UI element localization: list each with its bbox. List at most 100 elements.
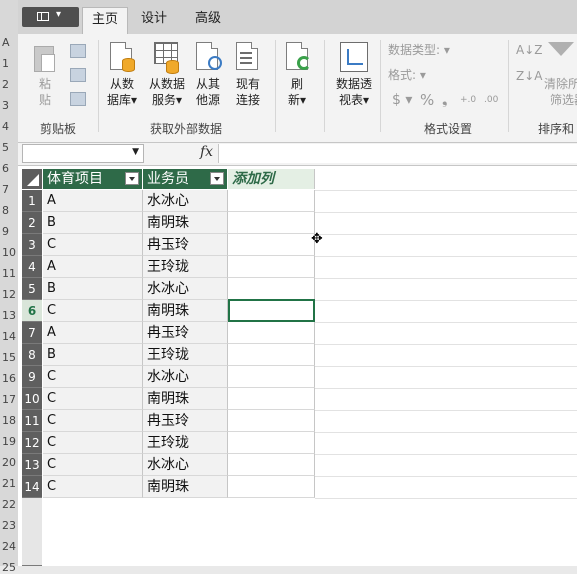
cell-sport[interactable]: B (43, 278, 143, 300)
add-column-header[interactable]: 添加列 (228, 169, 315, 189)
increase-decimal-icon[interactable]: +.0 (460, 94, 478, 106)
data-type-dropdown[interactable]: 数据类型: ▾ (388, 42, 450, 58)
row-header[interactable]: 14 (22, 476, 42, 498)
comma-button[interactable]: ❟ (442, 92, 448, 108)
cell-staff[interactable]: 南明珠 (143, 476, 228, 498)
paste-button[interactable]: 粘 贴 (32, 76, 58, 108)
tab-design[interactable]: 设计 (132, 7, 176, 34)
cell-add-column[interactable] (228, 278, 315, 300)
cell-sport[interactable]: C (43, 300, 143, 322)
cell-staff[interactable]: 水冰心 (143, 190, 228, 212)
column-header-sport-label: 体育项目 (47, 171, 103, 187)
decrease-decimal-icon[interactable]: .00 (484, 94, 502, 106)
cell-staff[interactable]: 冉玉玲 (143, 322, 228, 344)
select-all-corner[interactable] (22, 169, 42, 189)
cell-add-column[interactable] (228, 454, 315, 476)
cell-staff[interactable]: 冉玉玲 (143, 234, 228, 256)
row-header[interactable]: 6 (22, 300, 42, 322)
row-header[interactable]: 12 (22, 432, 42, 454)
row-header[interactable]: 3 (22, 234, 42, 256)
format-painter-icon[interactable] (70, 92, 86, 106)
column-header-staff[interactable]: 业务员 (143, 169, 228, 189)
database-icon (110, 42, 136, 76)
existing-connections-label-2: 连接 (235, 93, 260, 107)
cell-add-column[interactable] (228, 432, 315, 454)
filter-dropdown-icon[interactable] (210, 172, 224, 185)
from-data-service-button[interactable]: 从数据 服务▾ (142, 76, 192, 108)
cell-add-column[interactable] (228, 212, 315, 234)
cell-sport[interactable]: C (43, 454, 143, 476)
background-row-number: 15 (2, 351, 16, 364)
cell-staff[interactable]: 水冰心 (143, 454, 228, 476)
cell-staff[interactable]: 南明珠 (143, 300, 228, 322)
cell-staff[interactable]: 冉玉玲 (143, 410, 228, 432)
row-header[interactable]: 7 (22, 322, 42, 344)
clear-all-filters-button[interactable]: 清除所有 筛选器 (538, 76, 577, 108)
cell-staff[interactable]: 王玲珑 (143, 432, 228, 454)
cell-staff[interactable]: 水冰心 (143, 366, 228, 388)
sort-ascending-icon[interactable]: A↓Z (516, 42, 542, 58)
cell-sport[interactable]: C (43, 476, 143, 498)
pivot-table-button[interactable]: 数据透 视表▾ (330, 76, 378, 108)
group-label-external-data: 获取外部数据 (149, 122, 222, 136)
row-header[interactable]: 9 (22, 366, 42, 388)
from-database-button[interactable]: 从数 据库▾ (102, 76, 142, 108)
background-row-number: 1 (2, 57, 9, 70)
cell-sport[interactable]: C (43, 366, 143, 388)
cell-sport[interactable]: C (43, 432, 143, 454)
row-header[interactable]: 8 (22, 344, 42, 366)
cell-sport[interactable]: A (43, 190, 143, 212)
cell-add-column[interactable] (228, 344, 315, 366)
row-header[interactable]: 2 (22, 212, 42, 234)
row-header[interactable]: 1 (22, 190, 42, 212)
cell-staff[interactable]: 南明珠 (143, 212, 228, 234)
cell-sport[interactable]: A (43, 256, 143, 278)
row-header[interactable]: 13 (22, 454, 42, 476)
copy-icon[interactable] (70, 68, 86, 82)
cell-sport[interactable]: B (43, 212, 143, 234)
formula-input[interactable] (218, 144, 577, 163)
gridline (315, 256, 577, 257)
from-other-sources-button[interactable]: 从其 他源 (190, 76, 226, 108)
cell-sport[interactable]: B (43, 344, 143, 366)
cell-sport[interactable]: C (43, 410, 143, 432)
refresh-button[interactable]: 刷 新▾ (282, 76, 312, 108)
filter-dropdown-icon[interactable] (125, 172, 139, 185)
cell-staff[interactable]: 王玲珑 (143, 256, 228, 278)
row-header[interactable]: 5 (22, 278, 42, 300)
cell-add-column[interactable] (228, 410, 315, 432)
cell-add-column[interactable] (228, 234, 315, 256)
row-header[interactable]: 11 (22, 410, 42, 432)
cell-sport[interactable]: A (43, 322, 143, 344)
row-header[interactable]: 10 (22, 388, 42, 410)
gridline (315, 410, 577, 411)
cell-add-column[interactable] (228, 190, 315, 212)
existing-connections-button[interactable]: 现有 连接 (230, 76, 266, 108)
chevron-down-icon[interactable]: ▼ (132, 147, 139, 157)
cell-sport[interactable]: C (43, 388, 143, 410)
file-menu-button[interactable]: ▾ (22, 7, 79, 27)
percent-button[interactable]: % (420, 92, 434, 108)
cell-staff[interactable]: 王玲珑 (143, 344, 228, 366)
tab-advanced[interactable]: 高级 (186, 7, 230, 34)
cut-icon[interactable] (70, 44, 86, 58)
cell-sport[interactable]: C (43, 234, 143, 256)
cell-add-column[interactable] (228, 476, 315, 498)
cell-add-column[interactable] (228, 366, 315, 388)
tab-home[interactable]: 主页 (82, 7, 128, 34)
column-header-sport[interactable]: 体育项目 (43, 169, 143, 189)
ribbon-tab-bar: ▾ 主页 设计 高级 (18, 0, 577, 34)
currency-button[interactable]: $ ▾ (392, 92, 412, 108)
group-label-sort-filter: 排序和 (538, 122, 575, 136)
cell-add-column[interactable] (228, 322, 315, 344)
cell-add-column[interactable] (228, 256, 315, 278)
name-box[interactable]: ▼ (22, 144, 144, 163)
refresh-icon (286, 42, 314, 76)
format-dropdown[interactable]: 格式: ▾ (388, 67, 426, 83)
cell-staff[interactable]: 水冰心 (143, 278, 228, 300)
fx-icon[interactable]: fx (200, 144, 213, 160)
cell-add-column[interactable] (228, 388, 315, 410)
chevron-down-icon: ▾ (56, 9, 62, 20)
cell-staff[interactable]: 南明珠 (143, 388, 228, 410)
row-header[interactable]: 4 (22, 256, 42, 278)
